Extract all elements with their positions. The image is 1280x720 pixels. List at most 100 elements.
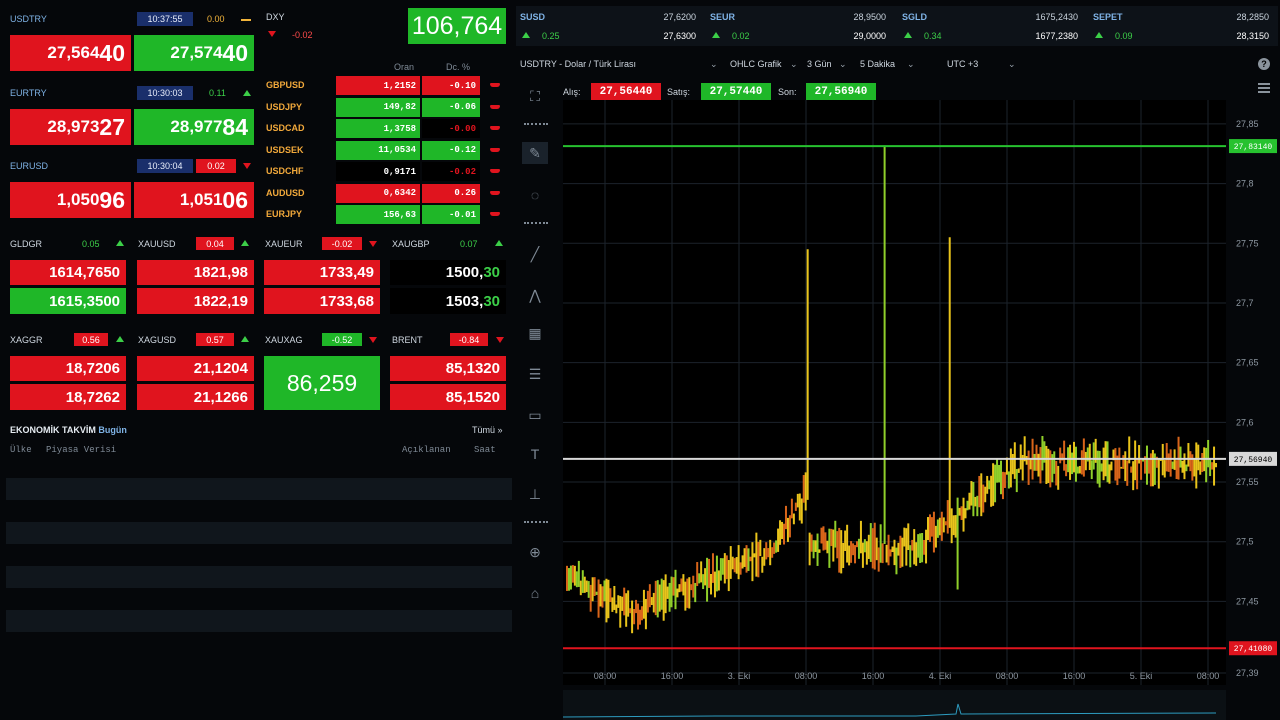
instrument-select[interactable]: USDTRY - Dolar / Türk Lirası [520,59,636,69]
calendar-row[interactable] [6,478,512,500]
ticker-change: 0.09 [1115,31,1133,41]
x-tick-label: 16:00 [661,671,684,681]
alert-icon[interactable] [490,104,500,109]
ask-price[interactable]: 1733,68 [264,288,380,314]
ask-price[interactable]: 27,574 40 [134,35,254,71]
alert-icon[interactable] [490,147,500,152]
change-value: 0.05 [82,239,100,249]
ask-price[interactable]: 1822,19 [137,288,254,314]
ticker-symbol[interactable]: SEPET [1093,12,1123,22]
ticker-symbol[interactable]: SUSD [520,12,545,22]
menu-icon[interactable] [1258,83,1270,93]
ask-price[interactable]: 1503, 30 [390,288,506,314]
x-tick-label: 08:00 [795,671,818,681]
calendar-col-announced: Açıklanan [402,445,451,455]
chevron-down-icon[interactable]: ⌄ [1008,59,1016,70]
ticker-ask: 27,6300 [663,31,696,41]
y-tick-label: 27,39 [1236,668,1259,678]
y-tick-label: 27,65 [1236,358,1259,368]
bid-price[interactable]: 1500, 30 [390,260,506,285]
column-header: Oran [394,62,415,72]
arrow-down-icon [369,337,377,343]
y-tick-label: 27,55 [1236,477,1259,487]
change-badge: 0.57 [196,333,234,346]
change-value: 0.07 [460,239,478,249]
arrow-up-icon [241,336,249,342]
pair-change: -0.10 [422,76,480,95]
pair-symbol[interactable]: USDSEK [266,145,304,155]
ask-price[interactable]: 28,977 84 [134,109,254,145]
ticker-symbol[interactable]: SEUR [710,12,735,22]
dxy-value: 106,764 [408,8,506,44]
bid-price[interactable]: 1733,49 [264,260,380,285]
ask-price[interactable]: 21,1266 [137,384,254,410]
bid-price[interactable]: 28,973 27 [10,109,131,145]
alert-icon[interactable] [490,126,500,130]
pair-symbol[interactable]: GBPUSD [266,80,305,90]
chart-type-select[interactable]: OHLC Grafik [730,59,782,69]
quote-time: 10:37:55 [137,12,193,26]
y-tick-label: 27,7 [1236,298,1254,308]
chevron-down-icon[interactable]: ⌄ [839,59,847,70]
ask-price[interactable]: 1,051 06 [134,182,254,218]
alert-icon[interactable] [490,83,500,87]
x-tick-label: 3. Eki [728,671,751,681]
y-tick-label: 27,45 [1236,596,1259,606]
calendar-row[interactable] [6,610,512,632]
bid-price[interactable]: 21,1204 [137,356,254,381]
y-tick-label: 27,8 [1236,179,1254,189]
x-tick-label: 08:00 [594,671,617,681]
alert-icon[interactable] [490,169,500,173]
x-tick-label: 16:00 [1063,671,1086,681]
ask-price[interactable]: 18,7262 [10,384,126,410]
chevron-down-icon[interactable]: ⌄ [790,59,798,70]
bid-price[interactable]: 1614,7650 [10,260,126,285]
price-line-label: 27,41080 [1234,645,1273,654]
symbol-label: XAGGR [10,335,43,345]
calendar-row[interactable] [6,522,512,544]
price-line-label: 27,56940 [1234,456,1273,465]
interval-select[interactable]: 5 Dakika [860,59,895,69]
ratio-value[interactable]: 86,259 [264,356,380,410]
pair-symbol[interactable]: USDJPY [266,102,302,112]
ask-tag: 27,57440 [701,83,771,100]
arrow-up-icon [904,32,912,38]
ask-price[interactable]: 1615,3500 [10,288,126,314]
calendar-col-country: Ülke [10,445,32,455]
pair-rate: 1,2152 [336,76,420,95]
timezone-select[interactable]: UTC +3 [947,59,978,69]
arrow-down-icon [268,31,276,37]
chevron-down-icon[interactable]: ⌄ [710,59,718,70]
ticker-ask: 28,3150 [1236,31,1269,41]
y-tick-label: 27,5 [1236,537,1254,547]
last-label: Son: [778,87,797,97]
arrow-down-icon [243,163,251,169]
help-icon[interactable]: ? [1258,58,1270,70]
calendar-col-time: Saat [474,445,496,455]
bid-price[interactable]: 27,564 40 [10,35,131,71]
range-select[interactable]: 3 Gün [807,59,832,69]
change-badge: 0.04 [196,237,234,250]
price-chart[interactable]: 27,83140 27,56940 27,41080 27,85 27,8 27,75 2… [516,100,1278,720]
ask-price[interactable]: 85,1520 [390,384,506,410]
x-tick-label: 5. Eki [1130,671,1153,681]
alert-icon[interactable] [490,212,500,216]
pair-symbol[interactable]: USDCAD [266,123,305,133]
pair-symbol[interactable]: AUDUSD [266,188,305,198]
ticker-symbol[interactable]: SGLD [902,12,927,22]
alert-icon[interactable] [490,190,500,195]
bid-price[interactable]: 18,7206 [10,356,126,381]
quote-time: 10:30:04 [137,159,193,173]
bid-price[interactable]: 1821,98 [137,260,254,285]
bid-price[interactable]: 1,050 96 [10,182,131,218]
calendar-row[interactable] [6,566,512,588]
pair-symbol[interactable]: EURJPY [266,209,302,219]
calendar-all-link[interactable]: Tümü » [472,425,503,435]
ticker-change: 0.25 [542,31,560,41]
pair-rate: 0,9171 [336,162,420,181]
arrow-up-icon [522,32,530,38]
bid-price[interactable]: 85,1320 [390,356,506,381]
bid-label: Alış: [563,87,581,97]
pair-symbol[interactable]: USDCHF [266,166,304,176]
chevron-down-icon[interactable]: ⌄ [907,59,915,70]
